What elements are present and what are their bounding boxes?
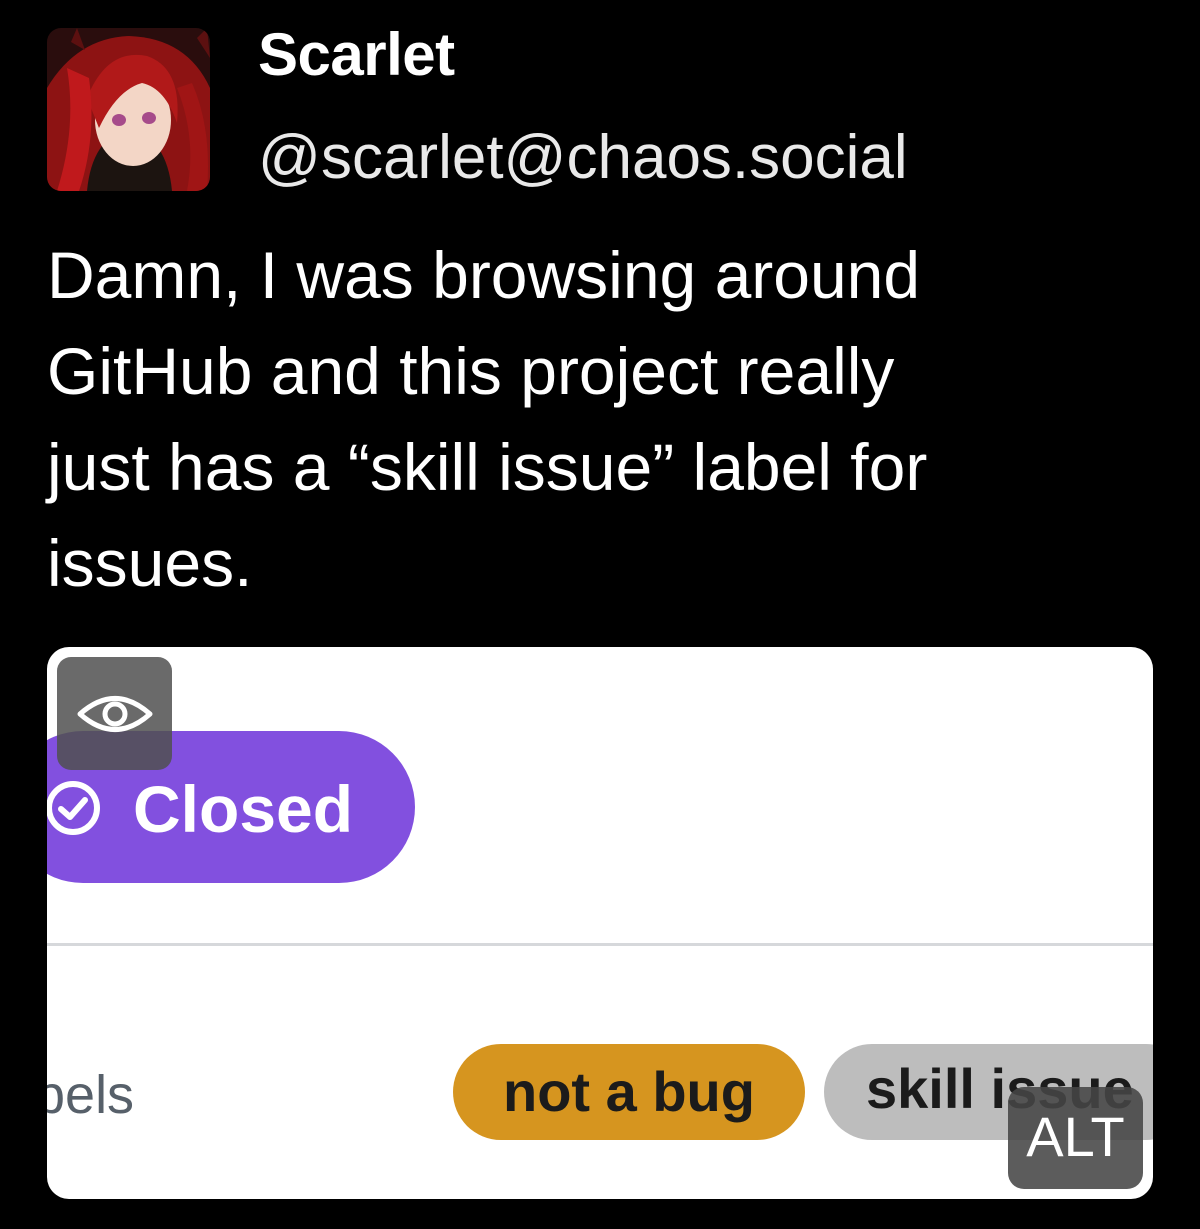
label-not-a-bug: not a bug — [453, 1044, 805, 1140]
avatar[interactable] — [47, 28, 210, 191]
alt-text-button[interactable]: ALT — [1008, 1087, 1143, 1189]
hide-media-button[interactable] — [57, 657, 172, 770]
display-name[interactable]: Scarlet — [258, 20, 455, 90]
divider — [47, 943, 1153, 946]
avatar-image — [47, 28, 210, 191]
check-circle-icon — [47, 778, 107, 838]
eye-icon — [77, 695, 152, 732]
post-text-line: Damn, I was browsing around — [47, 238, 921, 312]
post-text-line: just has a “skill issue” label for — [47, 430, 928, 504]
post-text-line: GitHub and this project really — [47, 334, 895, 408]
labels-heading: bels — [47, 1065, 135, 1125]
media-attachment[interactable]: Closed bels not a bug skill issue ALT — [47, 647, 1153, 1199]
closed-status-label: Closed — [133, 772, 354, 846]
post-text: Damn, I was browsing around GitHub and t… — [47, 227, 1167, 611]
account-handle[interactable]: @scarlet@chaos.social — [258, 120, 908, 196]
post-text-line: issues. — [47, 526, 253, 600]
